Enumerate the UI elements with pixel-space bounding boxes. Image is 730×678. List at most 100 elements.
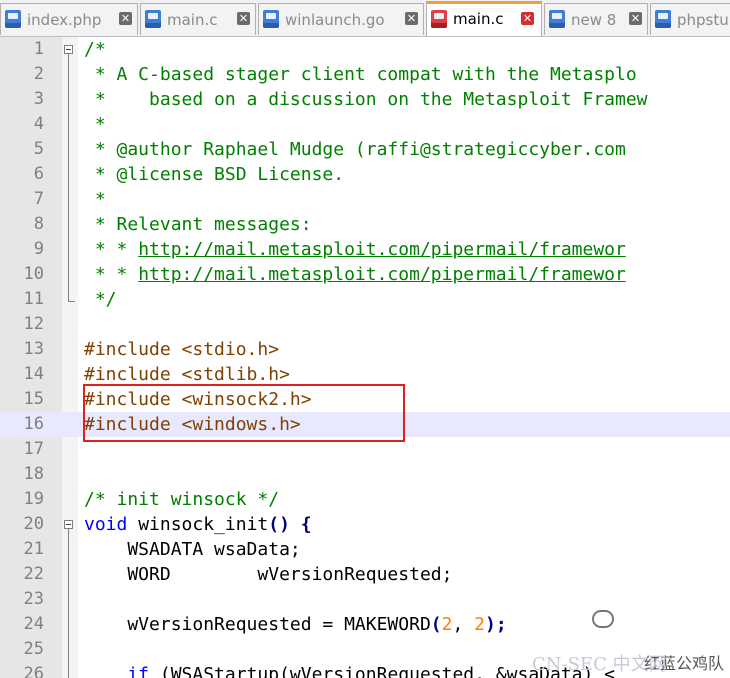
tab-index-php[interactable]: index.php ✕ (0, 3, 138, 35)
code-text: WSADATA wsaData; (84, 537, 300, 562)
line-number: 6 (33, 164, 44, 184)
code-line[interactable]: 12 (0, 312, 730, 337)
tab-label: index.php (27, 11, 102, 29)
preprocessor-directive: #include (84, 364, 171, 385)
comment: * A C-based stager client compat with th… (84, 64, 637, 85)
comment: * (84, 114, 106, 135)
line-number: 23 (23, 589, 44, 609)
comment-link: http://mail.metasploit.com/pipermail/fra… (138, 239, 626, 260)
code-line[interactable]: 1 /* (0, 37, 730, 62)
tab-phpstu[interactable]: phpstu (650, 3, 730, 35)
include-path: <stdlib.h> (170, 364, 290, 385)
line-number: 15 (23, 389, 44, 409)
tab-bar: index.php ✕ main.c ✕ winlaunch.go ✕ main… (0, 0, 730, 37)
comment: /* init winsock */ (84, 489, 280, 510)
close-icon[interactable]: ✕ (405, 12, 418, 25)
line-number: 22 (23, 564, 44, 584)
line-number: 9 (33, 239, 44, 259)
tab-main-c-active[interactable]: main.c ✕ (426, 1, 542, 36)
line-number: 11 (23, 289, 44, 309)
tab-label: phpstu (677, 11, 729, 29)
fold-toggle-icon[interactable] (64, 45, 73, 54)
code-line[interactable]: 19 /* init winsock */ (0, 487, 730, 512)
wechat-icon (592, 610, 614, 628)
code-line[interactable]: 7 * (0, 187, 730, 212)
file-unsaved-icon (431, 10, 447, 28)
code-text: WORD wVersionRequested; (84, 562, 452, 587)
line-number: 12 (23, 314, 44, 334)
code-line[interactable]: 9 * * http://mail.metasploit.com/piperma… (0, 237, 730, 262)
file-saved-icon (5, 10, 21, 28)
comment: * (84, 189, 106, 210)
code-token: , (452, 614, 475, 635)
line-number: 7 (33, 189, 44, 209)
file-saved-icon (549, 10, 565, 28)
line-number: 10 (23, 264, 44, 284)
comment: * @author Raphael Mudge (raffi@strategic… (84, 139, 626, 160)
line-number: 5 (33, 139, 44, 159)
tab-winlaunch-go[interactable]: winlaunch.go ✕ (258, 3, 424, 35)
code-line[interactable]: 10 * * http://mail.metasploit.com/piperm… (0, 262, 730, 287)
operator: { (300, 514, 312, 535)
line-number: 26 (23, 664, 44, 678)
close-icon[interactable]: ✕ (119, 12, 132, 25)
comment: * @license BSD License. (84, 164, 345, 185)
tab-main-c[interactable]: main.c ✕ (140, 3, 256, 35)
code-text: * based on a discussion on the Metasploi… (84, 87, 648, 112)
line-number: 2 (33, 64, 44, 84)
code-text: void winsock_init() { (84, 512, 312, 537)
line-number: 25 (23, 639, 44, 659)
code-line[interactable]: 20 void winsock_init() { (0, 512, 730, 537)
close-icon[interactable]: ✕ (237, 12, 250, 25)
fold-guide (68, 529, 69, 678)
code-line[interactable]: 3 * based on a discussion on the Metaspl… (0, 87, 730, 112)
tab-label: main.c (453, 10, 504, 28)
line-number: 18 (23, 464, 44, 484)
line-number: 16 (23, 414, 44, 434)
code-line[interactable]: 24 wVersionRequested = MAKEWORD(2, 2); (0, 612, 730, 637)
line-number: 8 (33, 214, 44, 234)
close-icon[interactable]: ✕ (521, 12, 534, 25)
code-line[interactable]: 18 (0, 462, 730, 487)
identifier: winsock_init (127, 514, 269, 535)
operator: ); (485, 614, 507, 635)
code-line[interactable]: 4 * (0, 112, 730, 137)
keyword: void (84, 514, 128, 535)
code-line[interactable]: 11 */ (0, 287, 730, 312)
tab-new-8[interactable]: new 8 ✕ (544, 3, 648, 35)
code-text: * A C-based stager client compat with th… (84, 62, 637, 87)
code-text: * Relevant messages: (84, 212, 312, 237)
code-line[interactable]: 22 WORD wVersionRequested; (0, 562, 730, 587)
code-text: /* (84, 37, 106, 62)
code-line[interactable]: 2 * A C-based stager client compat with … (0, 62, 730, 87)
code-editor[interactable]: 1/* 2 * A C-based stager client compat wi… (0, 37, 730, 678)
code-line[interactable]: 6 * @license BSD License. (0, 162, 730, 187)
watermark-site: CN-SEC 中文网 (532, 654, 667, 675)
code-token: WORD wVersionRequested; (84, 564, 453, 585)
line-number: 24 (23, 614, 44, 634)
comment-link: http://mail.metasploit.com/pipermail/fra… (138, 264, 626, 285)
code-line[interactable]: 5 * @author Raphael Mudge (raffi@strateg… (0, 137, 730, 162)
code-line[interactable]: 23 (0, 587, 730, 612)
line-number: 4 (33, 114, 44, 134)
code-text: #include <stdio.h> (84, 337, 279, 362)
comment: * * (84, 239, 139, 260)
comment: * Relevant messages: (84, 214, 312, 235)
close-icon[interactable]: ✕ (629, 12, 642, 25)
number-literal: 2 (441, 614, 453, 635)
code-line[interactable]: 13 #include <stdio.h> (0, 337, 730, 362)
code-line[interactable]: 21 WSADATA wsaData; (0, 537, 730, 562)
fold-toggle-icon[interactable] (64, 520, 73, 529)
code-text: * @author Raphael Mudge (raffi@strategic… (84, 137, 626, 162)
tab-label: winlaunch.go (285, 11, 385, 29)
code-line[interactable]: 8 * Relevant messages: (0, 212, 730, 237)
number-literal: 2 (474, 614, 485, 635)
tab-label: new 8 (571, 11, 617, 29)
comment: */ (84, 289, 117, 310)
code-text: * (84, 112, 106, 137)
operator: () (268, 514, 290, 535)
fold-end (68, 301, 75, 302)
highlight-annotation-box (83, 384, 405, 442)
file-saved-icon (655, 10, 671, 28)
code-text: */ (84, 287, 117, 312)
